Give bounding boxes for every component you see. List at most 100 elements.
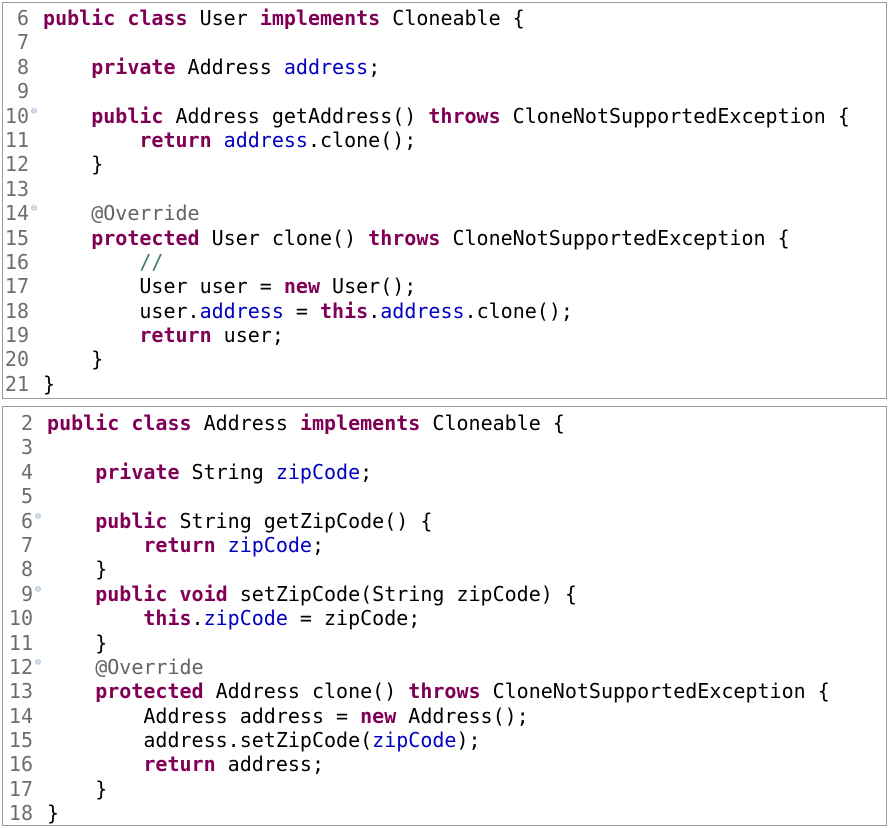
line-number-text: 14 bbox=[4, 201, 29, 226]
code-text: public String getZipCode() { bbox=[35, 509, 432, 533]
line-number-text: 11 bbox=[8, 630, 33, 655]
code-token: } bbox=[47, 557, 108, 582]
code-line[interactable]: 10 this.zipCode = zipCode; bbox=[3, 606, 886, 630]
code-line[interactable]: 20 } bbox=[3, 347, 886, 371]
keyword-token: throws bbox=[408, 679, 481, 704]
code-line[interactable]: 17 } bbox=[3, 777, 886, 801]
code-line[interactable]: 6 public class User implements Cloneable… bbox=[3, 6, 886, 30]
line-number-text: 15 bbox=[8, 728, 33, 753]
code-line[interactable]: 12 ⊖ @Override bbox=[3, 655, 886, 679]
line-number-text: 10 bbox=[8, 606, 33, 631]
line-number: 13▲ bbox=[3, 679, 35, 703]
code-line[interactable]: 12 } bbox=[3, 152, 886, 176]
code-token: ; bbox=[360, 459, 373, 484]
fold-collapse-icon[interactable]: ⊖ bbox=[31, 197, 37, 221]
code-line[interactable]: 2 public class Address implements Clonea… bbox=[3, 411, 886, 435]
line-number-text: 7 bbox=[16, 30, 29, 55]
fold-collapse-icon[interactable]: ⊖ bbox=[31, 100, 37, 124]
code-line[interactable]: 10 ⊖ public Address getAddress() throws C… bbox=[3, 104, 886, 128]
code-token: ; bbox=[368, 54, 381, 79]
keyword-token: throws bbox=[428, 103, 501, 128]
fold-collapse-icon[interactable]: ⊖ bbox=[35, 651, 41, 675]
code-line[interactable]: 16 // bbox=[3, 250, 886, 274]
keyword-token: public bbox=[91, 103, 164, 128]
code-line[interactable]: 15▲ protected User clone() throws CloneN… bbox=[3, 226, 886, 250]
fold-collapse-icon[interactable]: ⊖ bbox=[35, 505, 41, 529]
code-line[interactable]: 19 return user; bbox=[3, 323, 886, 347]
keyword-token: this bbox=[143, 606, 192, 631]
code-line[interactable]: 11 return address.clone(); bbox=[3, 128, 886, 152]
code-token: } bbox=[43, 152, 104, 177]
code-token: ; bbox=[311, 532, 325, 557]
keyword-token: new bbox=[360, 703, 397, 728]
code-line[interactable]: 14 ⊖ @Override bbox=[3, 201, 886, 225]
code-line[interactable]: 3 bbox=[3, 435, 886, 459]
code-line[interactable]: 16 return address; bbox=[3, 752, 886, 776]
code-line[interactable]: 18 user.address = this.address.clone(); bbox=[3, 299, 886, 323]
line-number: 16 bbox=[3, 250, 31, 274]
code-token: .clone(); bbox=[464, 298, 573, 323]
code-line[interactable]: 11 } bbox=[3, 631, 886, 655]
line-number: 15 bbox=[3, 728, 35, 752]
annotation-token: @Override bbox=[95, 654, 204, 679]
field-token: zipCode bbox=[227, 532, 312, 557]
field-token: address bbox=[199, 298, 284, 323]
user-class-editor[interactable]: 6 public class User implements Cloneable… bbox=[2, 2, 887, 399]
code-token: } bbox=[47, 630, 108, 655]
line-number: 3 bbox=[3, 435, 35, 459]
code-line[interactable]: 7 return zipCode; bbox=[3, 533, 886, 557]
line-number: 8 bbox=[3, 55, 31, 79]
line-number: 6 bbox=[3, 6, 31, 30]
code-text: public void setZipCode(String zipCode) { bbox=[35, 582, 577, 606]
code-token: User clone() bbox=[199, 225, 369, 250]
code-token: } bbox=[47, 776, 108, 801]
line-number: 7 bbox=[3, 533, 35, 557]
keyword-token: throws bbox=[368, 225, 441, 250]
code-token: . bbox=[191, 606, 204, 631]
code-line[interactable]: 8 private Address address; bbox=[3, 55, 886, 79]
line-number-text: 9 bbox=[16, 79, 29, 104]
code-line[interactable]: 6 ⊖ public String getZipCode() { bbox=[3, 509, 886, 533]
line-number-text: 15 bbox=[4, 225, 29, 250]
field-token: address bbox=[223, 127, 308, 152]
code-line[interactable]: 17 User user = new User(); bbox=[3, 274, 886, 298]
keyword-token: private bbox=[91, 54, 176, 79]
line-number: 21 bbox=[3, 372, 31, 396]
code-line[interactable]: 13▲ protected Address clone() throws Clo… bbox=[3, 679, 886, 703]
code-token: setZipCode(String zipCode) { bbox=[227, 581, 577, 606]
code-line[interactable]: 15 address.setZipCode(zipCode); bbox=[3, 728, 886, 752]
code-line[interactable]: 5 bbox=[3, 484, 886, 508]
code-line[interactable]: 21 } bbox=[3, 372, 886, 396]
code-line[interactable]: 14 Address address = new Address(); bbox=[3, 704, 886, 728]
line-number: 18 bbox=[3, 299, 31, 323]
address-class-editor[interactable]: 2 public class Address implements Clonea… bbox=[2, 406, 887, 826]
code-text: } bbox=[31, 372, 55, 396]
line-number-text: 18 bbox=[8, 801, 33, 826]
code-token: Address getAddress() bbox=[163, 103, 429, 128]
code-token: Address clone() bbox=[203, 679, 409, 704]
code-line[interactable]: 9 ⊖ public void setZipCode(String zipCode… bbox=[3, 582, 886, 606]
line-number: 20 bbox=[3, 347, 31, 371]
code-token: } bbox=[47, 801, 60, 826]
code-token: = bbox=[283, 298, 321, 323]
line-number-text: 14 bbox=[8, 703, 33, 728]
fold-collapse-icon[interactable]: ⊖ bbox=[35, 578, 41, 602]
code-token: ); bbox=[456, 728, 481, 753]
code-line[interactable]: 13 bbox=[3, 177, 886, 201]
code-token: String getZipCode() { bbox=[167, 508, 433, 533]
code-line[interactable]: 9 bbox=[3, 79, 886, 103]
keyword-token: protected bbox=[91, 225, 200, 250]
code-line[interactable]: 18 } bbox=[3, 801, 886, 825]
code-line[interactable]: 8 } bbox=[3, 557, 886, 581]
code-line[interactable]: 4 private String zipCode; bbox=[3, 460, 886, 484]
line-number: 17 bbox=[3, 777, 35, 801]
code-line[interactable]: 7 bbox=[3, 30, 886, 54]
